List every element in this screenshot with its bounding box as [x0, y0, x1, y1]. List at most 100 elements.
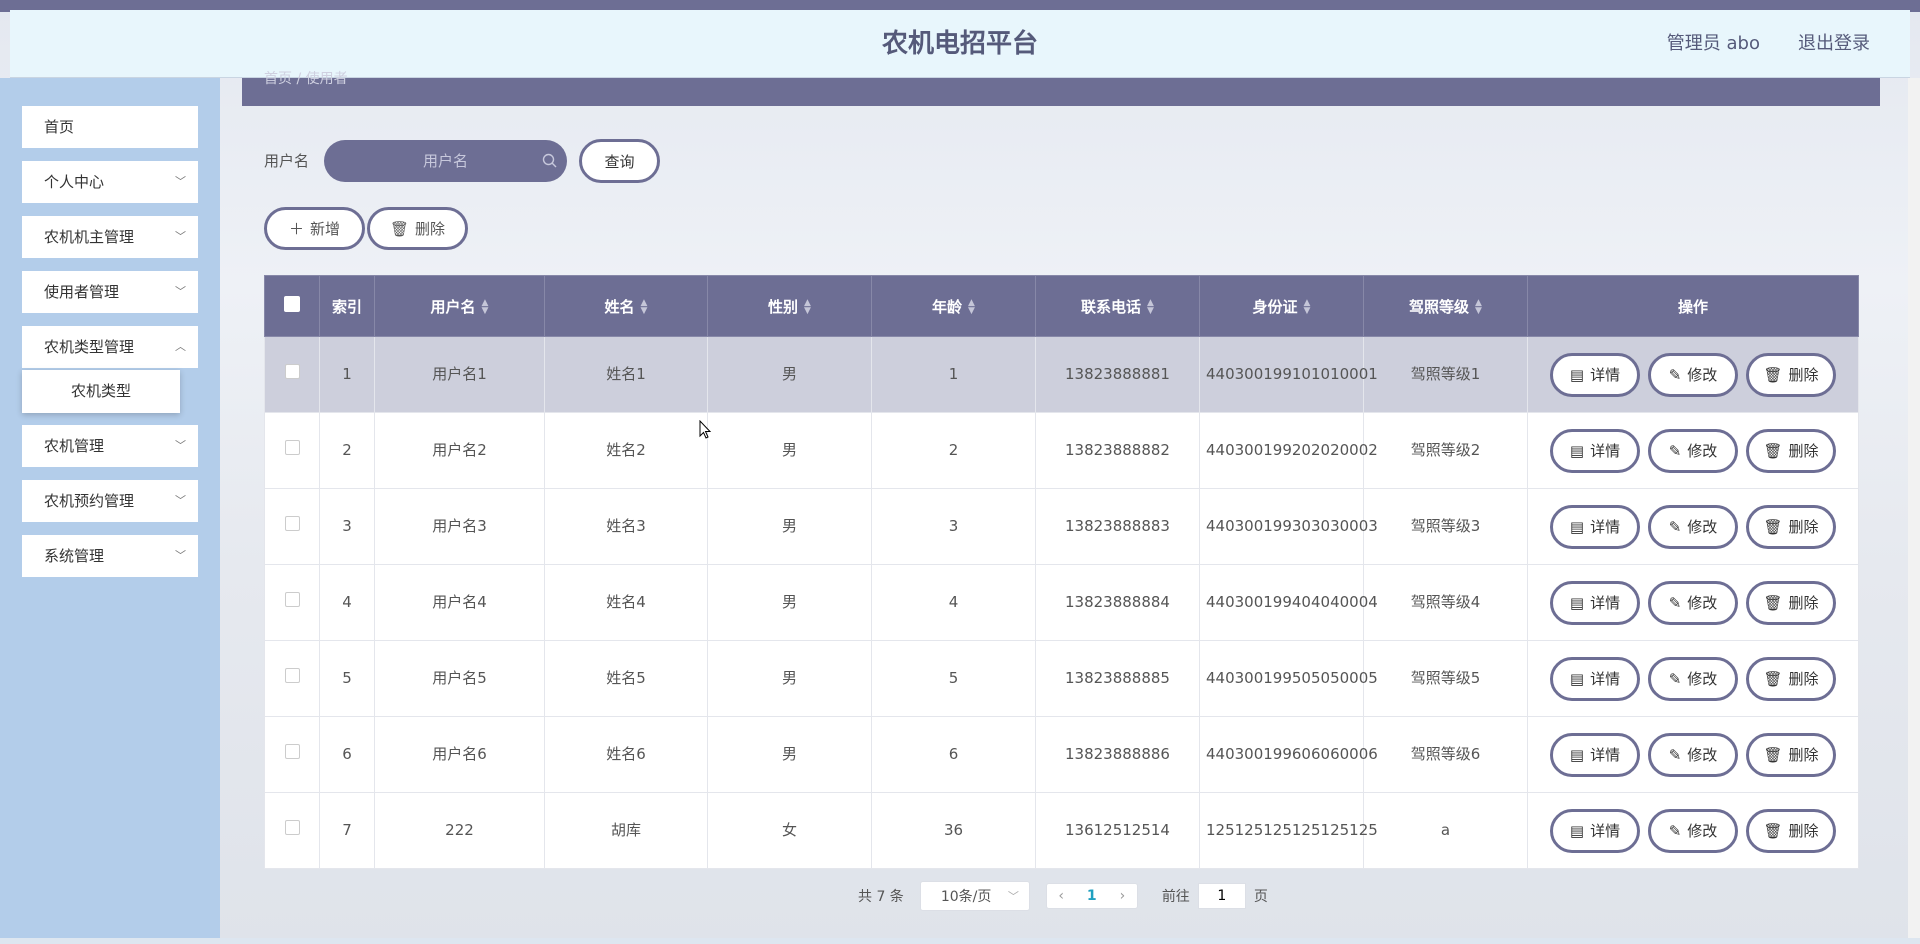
row-delete-button[interactable]: 🗑 删除	[1746, 504, 1836, 549]
table-row[interactable]: 1 用户名1 姓名1 男 1 13823888881 440300199101010001 驾…	[264, 336, 1859, 413]
row-delete-button[interactable]: 🗑 删除	[1746, 580, 1836, 625]
table-row[interactable]: 2 用户名2 姓名2 男 2 13823888882 440300199202020002 驾…	[264, 412, 1859, 489]
table-cell: 男	[707, 564, 872, 641]
trash-icon: 🗑	[1763, 593, 1783, 612]
sort-icon[interactable]: ▲ ▼	[968, 299, 975, 316]
detail-button[interactable]: ▤ 详情	[1550, 656, 1640, 701]
column-header[interactable]: 身份证 ▲ ▼	[1199, 275, 1364, 337]
row-delete-button[interactable]: 🗑 删除	[1746, 808, 1836, 853]
detail-button[interactable]: ▤ 详情	[1550, 808, 1640, 853]
row-checkbox[interactable]	[284, 744, 300, 759]
search-input[interactable]	[324, 140, 567, 182]
table-cell: 男	[707, 640, 872, 717]
logout-link[interactable]: 退出登录	[1798, 10, 1870, 78]
search-icon	[542, 153, 557, 168]
goto-page-input[interactable]	[1197, 883, 1246, 909]
column-header[interactable]: 驾照等级 ▲ ▼	[1363, 275, 1528, 337]
row-checkbox[interactable]	[284, 516, 300, 531]
detail-button[interactable]: ▤ 详情	[1550, 352, 1640, 397]
edit-button[interactable]: ✎ 修改	[1648, 808, 1738, 853]
column-header[interactable]: 用户名 ▲ ▼	[374, 275, 545, 337]
table-cell: 440300199404040004	[1199, 564, 1378, 641]
sidebar-item-booking-management[interactable]: 农机预约管理 ﹀	[22, 480, 198, 522]
row-delete-button[interactable]: 🗑 删除	[1746, 732, 1836, 777]
prev-page-icon[interactable]: ‹	[1058, 888, 1064, 904]
edit-button[interactable]: ✎ 修改	[1648, 352, 1738, 397]
column-header[interactable]: 性别 ▲ ▼	[707, 275, 872, 337]
column-header[interactable]: 年龄 ▲ ▼	[871, 275, 1036, 337]
select-all-cell	[264, 275, 320, 337]
sidebar-item-type-management[interactable]: 农机类型管理 ︿	[22, 326, 198, 368]
table-row[interactable]: 3 用户名3 姓名3 男 3 13823888883 440300199303030003 驾…	[264, 488, 1859, 565]
submenu-item-machine-type[interactable]: 农机类型	[22, 370, 180, 413]
row-checkbox[interactable]	[284, 592, 300, 607]
row-select-cell	[264, 488, 320, 565]
detail-label: 详情	[1590, 366, 1621, 384]
sidebar-item-owner-management[interactable]: 农机机主管理 ﹀	[22, 216, 198, 258]
detail-label: 详情	[1590, 822, 1621, 840]
sidebar-item-home[interactable]: 首页	[22, 106, 198, 148]
sidebar-item-user-management[interactable]: 使用者管理 ﹀	[22, 271, 198, 313]
table-row[interactable]: 5 用户名5 姓名5 男 5 13823888885 440300199505050005 驾…	[264, 640, 1859, 717]
table-cell: 4	[871, 564, 1036, 641]
row-checkbox[interactable]	[284, 668, 300, 683]
sort-icon[interactable]: ▲ ▼	[1147, 299, 1154, 316]
row-checkbox[interactable]	[284, 440, 300, 455]
goto-prefix: 前往	[1161, 889, 1190, 905]
row-checkbox[interactable]	[284, 364, 300, 379]
detail-button[interactable]: ▤ 详情	[1550, 732, 1640, 777]
column-header[interactable]: 联系电话 ▲ ▼	[1035, 275, 1200, 337]
table-row[interactable]: 4 用户名4 姓名4 男 4 13823888884 440300199404040004 驾…	[264, 564, 1859, 641]
table-cell: 女	[707, 792, 872, 869]
detail-button[interactable]: ▤ 详情	[1550, 428, 1640, 473]
table-cell: 2	[319, 412, 375, 489]
trash-icon: 🗑	[1763, 517, 1783, 536]
query-button[interactable]: 查询	[579, 139, 660, 183]
edit-button[interactable]: ✎ 修改	[1648, 504, 1738, 549]
sort-icon[interactable]: ▲ ▼	[1475, 299, 1482, 316]
sort-icon[interactable]: ▲ ▼	[641, 299, 648, 316]
sidebar-item-label: 农机预约管理	[44, 492, 135, 510]
detail-button[interactable]: ▤ 详情	[1550, 580, 1640, 625]
search-label: 用户名	[264, 152, 310, 170]
table-cell: 用户名6	[374, 716, 545, 793]
document-icon: ▤	[1569, 441, 1585, 460]
table-cell: 姓名2	[544, 412, 708, 489]
row-checkbox[interactable]	[284, 820, 300, 835]
sidebar-item-system-management[interactable]: 系统管理 ﹀	[22, 535, 198, 577]
table-row[interactable]: 7 222 胡库女 36 13612512514 125125125125125125 a ▤…	[264, 792, 1859, 869]
edit-button[interactable]: ✎ 修改	[1648, 732, 1738, 777]
total-count: 共 7 条	[858, 889, 904, 905]
row-delete-button[interactable]: 🗑 删除	[1746, 428, 1836, 473]
table-cell: 用户名1	[374, 336, 545, 413]
detail-button[interactable]: ▤ 详情	[1550, 504, 1640, 549]
sidebar-item-label: 农机类型管理	[44, 338, 135, 356]
add-label: 新增	[310, 220, 341, 238]
current-page[interactable]: 1	[1087, 888, 1097, 904]
table-cell: 2	[871, 412, 1036, 489]
table-cell: 驾照等级2	[1363, 412, 1528, 489]
edit-button[interactable]: ✎ 修改	[1648, 580, 1738, 625]
horizontal-scrollbar[interactable]	[0, 938, 1920, 944]
page-size-select[interactable]: 10条/页 ﹀	[919, 881, 1030, 911]
add-button[interactable]: ＋ 新增	[264, 207, 365, 250]
next-page-icon[interactable]: ›	[1120, 888, 1126, 904]
delete-label: 删除	[1788, 442, 1819, 460]
edit-label: 修改	[1687, 518, 1718, 536]
breadcrumb: 首页 / 使用者	[242, 72, 1880, 106]
edit-label: 修改	[1687, 746, 1718, 764]
table-row[interactable]: 6 用户名6 姓名6 男 6 13823888886 440300199606060006 驾…	[264, 716, 1859, 793]
sidebar-item-machine-management[interactable]: 农机管理 ﹀	[22, 425, 198, 467]
scrollbar[interactable]	[1908, 78, 1920, 938]
sort-icon[interactable]: ▲ ▼	[804, 299, 811, 316]
sort-icon[interactable]: ▲ ▼	[482, 299, 489, 316]
column-header[interactable]: 姓名 ▲ ▼	[544, 275, 708, 337]
sort-icon[interactable]: ▲ ▼	[1304, 299, 1311, 316]
row-delete-button[interactable]: 🗑 删除	[1746, 352, 1836, 397]
edit-button[interactable]: ✎ 修改	[1648, 656, 1738, 701]
delete-button[interactable]: 🗑 删除	[367, 207, 468, 250]
sidebar-item-personal-center[interactable]: 个人中心 ﹀	[22, 161, 198, 203]
row-delete-button[interactable]: 🗑 删除	[1746, 656, 1836, 701]
select-all-checkbox[interactable]	[284, 296, 300, 312]
edit-button[interactable]: ✎ 修改	[1648, 428, 1738, 473]
